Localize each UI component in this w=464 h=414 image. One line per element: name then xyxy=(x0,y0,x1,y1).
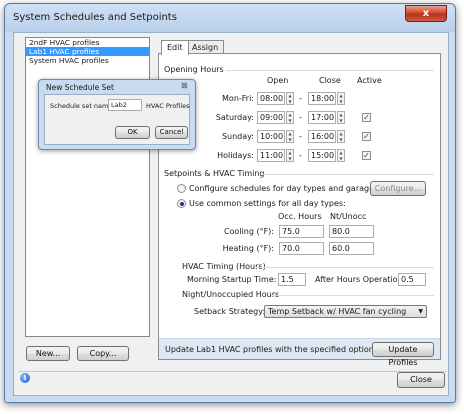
cooling-occ-input[interactable]: 75.0 xyxy=(279,225,324,238)
dialog-title: New Schedule Set xyxy=(46,83,114,92)
main-window: System Schedules and Setpoints x 2ndF HV… xyxy=(4,3,456,403)
open-time-spinner[interactable]: ▲ ▼ xyxy=(286,130,294,143)
update-message: Update Lab1 HVAC profiles with the speci… xyxy=(165,345,381,354)
tab-edit[interactable]: Edit xyxy=(161,40,189,55)
time-dash: - xyxy=(299,151,302,160)
col-close-header: Close xyxy=(319,76,341,85)
hvac-timing-title: HVAC Timing (Hours) xyxy=(182,262,266,271)
active-checkbox-sunday[interactable]: ✓ xyxy=(362,132,371,141)
col-occ-header: Occ. Hours xyxy=(278,212,322,221)
list-item-selected[interactable]: Lab1 HVAC profiles xyxy=(26,47,149,56)
new-schedule-set-dialog: New Schedule Set ⊠ Schedule set name: La… xyxy=(38,79,196,150)
day-label-sunday: Sunday: xyxy=(221,132,254,141)
configure-button[interactable]: Configure... xyxy=(370,181,426,196)
configure-schedules-label: Configure schedules for day types and ga… xyxy=(189,184,397,193)
configure-schedules-radio[interactable] xyxy=(177,184,186,193)
title-bar[interactable]: System Schedules and Setpoints x xyxy=(5,4,455,32)
close-time-mon-fri[interactable]: 18:00 xyxy=(308,92,336,105)
info-icon[interactable]: i xyxy=(20,373,30,383)
update-profiles-button[interactable]: Update Profiles xyxy=(372,342,434,367)
bottom-divider xyxy=(18,371,446,372)
day-label-mon-fri: Mon-Fri: xyxy=(222,94,254,103)
open-time-mon-fri[interactable]: 08:00 xyxy=(257,92,285,105)
spin-down-icon[interactable]: ▼ xyxy=(338,99,344,105)
spin-down-icon[interactable]: ▼ xyxy=(287,118,293,124)
startup-time-label: Morning Startup Time: xyxy=(187,275,277,284)
schedule-name-suffix: HVAC Profiles xyxy=(146,102,190,110)
heating-unocc-input[interactable]: 60.0 xyxy=(329,242,374,255)
section-divider xyxy=(226,70,434,71)
dialog-ok-button[interactable]: OK xyxy=(115,126,150,139)
startup-time-input[interactable]: 1.5 xyxy=(278,273,306,286)
open-time-holidays[interactable]: 11:00 xyxy=(257,149,285,162)
open-time-spinner[interactable]: ▲ ▼ xyxy=(286,149,294,162)
col-open-header: Open xyxy=(267,76,289,85)
spin-down-icon[interactable]: ▼ xyxy=(287,99,293,105)
dialog-client-area: Schedule set name: Lab2 HVAC Profiles OK… xyxy=(44,94,190,145)
active-checkbox-saturday[interactable]: ✓ xyxy=(362,113,371,122)
time-dash: - xyxy=(299,132,302,141)
close-time-sunday[interactable]: 16:00 xyxy=(308,130,336,143)
close-time-spinner[interactable]: ▲ ▼ xyxy=(337,92,345,105)
section-divider xyxy=(271,295,434,296)
window-title: System Schedules and Setpoints xyxy=(13,12,177,23)
spin-down-icon[interactable]: ▼ xyxy=(338,156,344,162)
copy-button[interactable]: Copy... xyxy=(77,346,129,361)
list-item[interactable]: 2ndF HVAC profiles xyxy=(26,38,149,47)
spin-down-icon[interactable]: ▼ xyxy=(287,156,293,162)
chevron-down-icon: ▼ xyxy=(418,308,423,315)
list-item[interactable]: System HVAC profiles xyxy=(26,56,149,65)
close-time-saturday[interactable]: 17:00 xyxy=(308,111,336,124)
col-unocc-header: Nt/Unocc xyxy=(330,212,367,221)
day-label-saturday: Saturday: xyxy=(215,113,254,122)
dialog-cancel-button[interactable]: Cancel xyxy=(155,126,188,139)
update-profiles-bar: Update Lab1 HVAC profiles with the speci… xyxy=(159,338,440,367)
close-button[interactable]: Close xyxy=(397,372,445,388)
time-dash: - xyxy=(299,94,302,103)
close-time-holidays[interactable]: 15:00 xyxy=(308,149,336,162)
spin-down-icon[interactable]: ▼ xyxy=(338,118,344,124)
section-divider xyxy=(261,174,434,175)
setpoints-title: Setpoints & HVAC Timing xyxy=(164,169,265,178)
after-hours-input[interactable]: 0.5 xyxy=(398,273,426,286)
window-close-button[interactable]: x xyxy=(405,5,447,22)
spin-down-icon[interactable]: ▼ xyxy=(338,137,344,143)
open-time-spinner[interactable]: ▲ ▼ xyxy=(286,92,294,105)
schedule-name-label: Schedule set name: xyxy=(50,102,115,110)
section-divider xyxy=(256,267,434,268)
open-time-sunday[interactable]: 10:00 xyxy=(257,130,285,143)
spin-down-icon[interactable]: ▼ xyxy=(287,137,293,143)
new-button[interactable]: New... xyxy=(26,346,70,361)
heating-label: Heating (°F): xyxy=(222,244,274,253)
schedule-name-input[interactable]: Lab2 xyxy=(108,99,142,111)
common-settings-label: Use common settings for all day types: xyxy=(189,199,346,208)
setback-strategy-label: Setback Strategy: xyxy=(194,307,266,316)
setback-strategy-select[interactable]: Temp Setback w/ HVAC fan cycling ▼ xyxy=(264,305,427,318)
common-settings-radio[interactable] xyxy=(177,199,186,208)
open-time-spinner[interactable]: ▲ ▼ xyxy=(286,111,294,124)
cooling-label: Cooling (°F): xyxy=(223,227,274,236)
time-dash: - xyxy=(299,113,302,122)
night-hours-title: Night/Unoccupied Hours xyxy=(182,290,280,299)
close-time-spinner[interactable]: ▲ ▼ xyxy=(337,149,345,162)
opening-hours-title: Opening Hours xyxy=(164,65,224,74)
active-checkbox-holidays[interactable]: ✓ xyxy=(362,151,371,160)
close-time-spinner[interactable]: ▲ ▼ xyxy=(337,111,345,124)
col-active-header: Active xyxy=(357,76,382,85)
setback-strategy-value: Temp Setback w/ HVAC fan cycling xyxy=(268,307,407,316)
dialog-close-icon[interactable]: ⊠ xyxy=(181,81,188,90)
cooling-unocc-input[interactable]: 80.0 xyxy=(329,225,374,238)
tab-assign[interactable]: Assign xyxy=(186,40,225,54)
day-label-holidays: Holidays: xyxy=(217,151,254,160)
after-hours-label: After Hours Operation: xyxy=(315,275,406,284)
open-time-saturday[interactable]: 09:00 xyxy=(257,111,285,124)
close-time-spinner[interactable]: ▲ ▼ xyxy=(337,130,345,143)
heating-occ-input[interactable]: 70.0 xyxy=(279,242,324,255)
